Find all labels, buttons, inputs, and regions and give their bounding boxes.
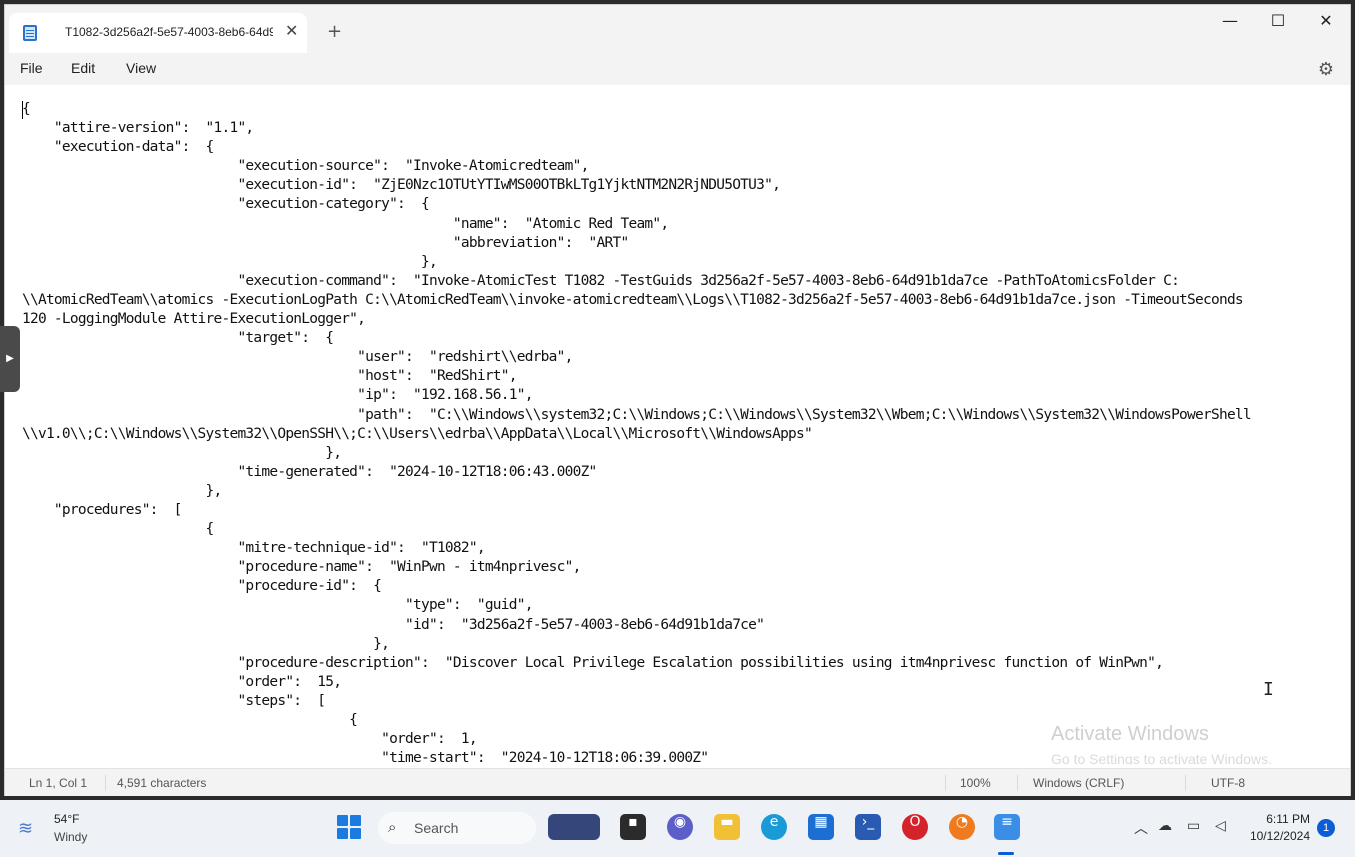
display-icon[interactable]: ▭	[1187, 818, 1200, 834]
taskbar-search[interactable]: ⌕ Search	[378, 812, 536, 844]
editor-content[interactable]: { "attire-version": "1.1", "execution-da…	[22, 100, 1252, 765]
task-view-icon[interactable]: ▪	[620, 814, 646, 840]
volume-icon[interactable]: ◁	[1215, 818, 1226, 834]
windows-logo-icon	[337, 815, 348, 826]
chat-icon[interactable]: ◉	[667, 814, 693, 840]
new-tab-icon[interactable]: +	[327, 21, 342, 42]
edge-browser-icon[interactable]: e	[761, 814, 787, 840]
file-explorer-icon[interactable]: ▬	[714, 814, 740, 840]
line-ending[interactable]: Windows (CRLF)	[1033, 776, 1124, 790]
text-editor[interactable]: { "attire-version": "1.1", "execution-da…	[5, 85, 1350, 765]
maximize-button[interactable]: ☐	[1263, 11, 1293, 41]
cursor-position: Ln 1, Col 1	[29, 776, 88, 790]
menu-view[interactable]: View	[126, 60, 156, 76]
activate-windows-title: Activate Windows	[1051, 723, 1209, 745]
ibeam-cursor-icon: I	[1263, 679, 1274, 700]
active-app-indicator	[998, 852, 1014, 855]
onedrive-cloud-icon[interactable]: ☁	[1158, 818, 1172, 834]
search-placeholder: Search	[414, 820, 459, 836]
encoding[interactable]: UTF-8	[1211, 776, 1245, 790]
settings-gear-icon[interactable]: ⚙	[1318, 59, 1334, 80]
wind-icon: ≋	[18, 818, 34, 839]
start-button[interactable]	[336, 814, 362, 840]
notepad-icon	[23, 25, 37, 41]
close-window-button[interactable]: ✕	[1311, 11, 1341, 41]
character-count: 4,591 characters	[117, 776, 207, 790]
minimize-button[interactable]: —	[1215, 11, 1245, 41]
tab-file[interactable]: T1082-3d256a2f-5e57-4003-8eb6-64d91b1da7…	[9, 13, 307, 53]
firefox-browser-icon[interactable]: ◔	[949, 814, 975, 840]
notification-badge[interactable]: 1	[1317, 819, 1335, 837]
status-divider	[1185, 775, 1186, 791]
text-caret	[22, 101, 23, 119]
menu-file[interactable]: File	[20, 60, 43, 76]
clock[interactable]: 6:11 PM 10/12/2024	[1246, 811, 1310, 845]
clock-time: 6:11 PM	[1266, 812, 1310, 826]
notepad-taskbar-icon[interactable]: ≡	[994, 814, 1020, 840]
weather-condition: Windy	[54, 830, 88, 844]
menu-bar: File Edit View ⚙	[5, 53, 1350, 85]
notepad-window: T1082-3d256a2f-5e57-4003-8eb6-64d91b1da7…	[4, 4, 1351, 796]
powershell-icon[interactable]: ›_	[855, 814, 881, 840]
store-icon[interactable]: ▦	[808, 814, 834, 840]
status-divider	[945, 775, 946, 791]
opera-browser-icon[interactable]: O	[902, 814, 928, 840]
status-divider	[1017, 775, 1018, 791]
clock-date: 10/12/2024	[1249, 829, 1310, 843]
taskbar: ≋ 54°F Windy ⌕ Search ▪ ◉ ▬ e ▦ ›_ O ◔ ≡…	[0, 800, 1355, 857]
weather-temp: 54°F	[54, 812, 80, 826]
chevron-up-icon[interactable]: ︿	[1134, 818, 1148, 838]
search-highlight-image[interactable]	[548, 814, 600, 840]
close-tab-icon[interactable]: ✕	[285, 21, 298, 40]
zoom-level[interactable]: 100%	[960, 776, 991, 790]
activate-windows-subtitle: Go to Settings to activate Windows.	[1051, 751, 1272, 765]
status-divider	[105, 775, 106, 791]
tab-title: T1082-3d256a2f-5e57-4003-8eb6-64d91b1da7…	[65, 25, 273, 39]
menu-edit[interactable]: Edit	[71, 60, 95, 76]
search-icon: ⌕	[388, 818, 397, 836]
status-bar: Ln 1, Col 1 4,591 characters 100% Window…	[5, 768, 1350, 796]
title-bar: T1082-3d256a2f-5e57-4003-8eb6-64d91b1da7…	[5, 5, 1350, 53]
side-panel-handle[interactable]: ▶	[0, 326, 20, 392]
